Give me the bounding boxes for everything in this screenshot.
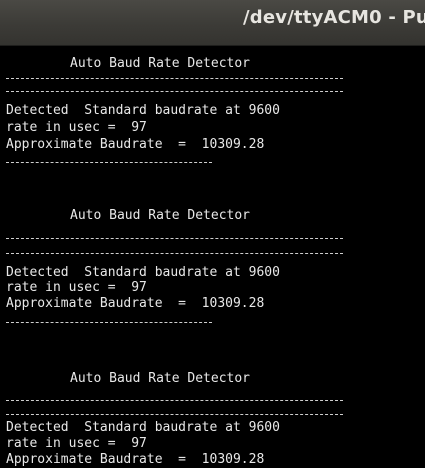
- detected-baudrate-line: Detected Standard baudrate at 9600: [6, 420, 280, 435]
- separator-line: [6, 414, 343, 415]
- approximate-baudrate-line: Approximate Baudrate = 10309.28: [6, 452, 265, 467]
- separator-line: [6, 162, 212, 163]
- rate-usec-line: rate in usec = 97: [6, 120, 147, 135]
- separator-line: [6, 238, 343, 239]
- detector-heading: Auto Baud Rate Detector: [70, 56, 251, 71]
- putty-window: /dev/ttyACM0 - PuTT Auto Baud Rate Detec…: [0, 0, 425, 468]
- approximate-baudrate-line: Approximate Baudrate = 10309.28: [6, 137, 265, 152]
- detected-baudrate-line: Detected Standard baudrate at 9600: [6, 103, 280, 118]
- detector-heading: Auto Baud Rate Detector: [70, 371, 251, 386]
- separator-line: [6, 91, 343, 92]
- window-titlebar[interactable]: /dev/ttyACM0 - PuTT: [0, 0, 425, 46]
- approximate-baudrate-line: Approximate Baudrate = 10309.28: [6, 296, 265, 311]
- rate-usec-line: rate in usec = 97: [6, 436, 147, 451]
- separator-line: [6, 322, 212, 323]
- window-title: /dev/ttyACM0 - PuTT: [243, 7, 425, 28]
- rate-usec-line: rate in usec = 97: [6, 280, 147, 295]
- detected-baudrate-line: Detected Standard baudrate at 9600: [6, 265, 280, 280]
- separator-line: [6, 253, 343, 254]
- separator-line: [6, 78, 343, 79]
- separator-line: [6, 400, 343, 401]
- terminal-output[interactable]: Auto Baud Rate Detector Detected Standar…: [0, 46, 425, 468]
- detector-heading: Auto Baud Rate Detector: [70, 208, 251, 223]
